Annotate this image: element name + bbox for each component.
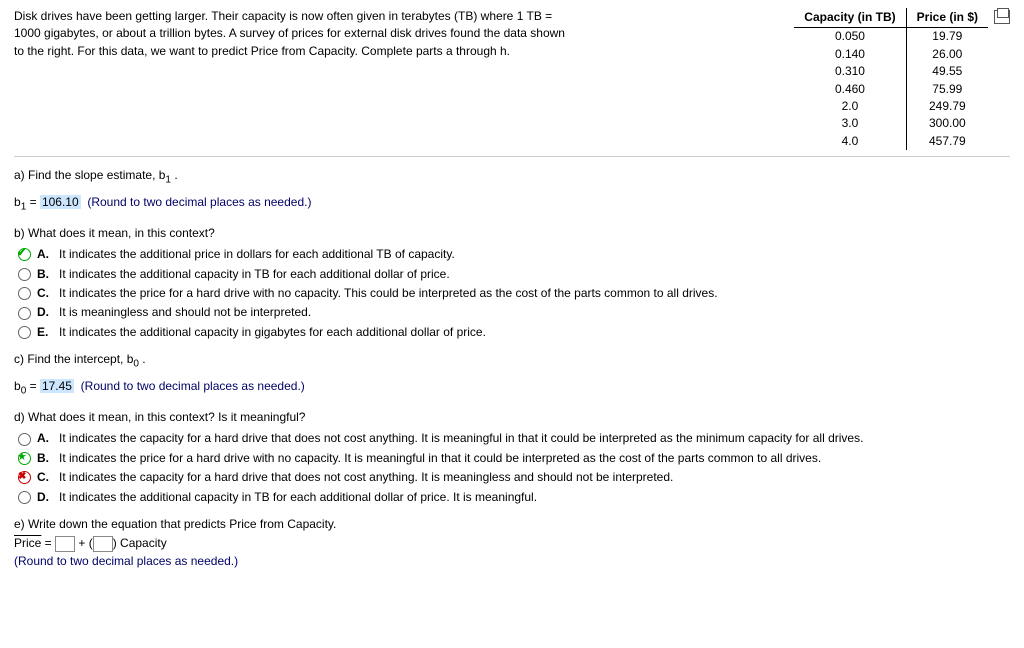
radio-icon[interactable] bbox=[18, 248, 31, 261]
problem-intro: Disk drives have been getting larger. Th… bbox=[14, 8, 574, 60]
data-table-area: Capacity (in TB) Price (in $) 0.05019.79… bbox=[794, 8, 1010, 150]
col-header-capacity: Capacity (in TB) bbox=[794, 8, 906, 28]
part-b: b) What does it mean, in this context? A… bbox=[14, 225, 1010, 341]
a-prompt: a) Find the slope estimate, b bbox=[14, 168, 165, 182]
option-row[interactable]: D.It indicates the additional capacity i… bbox=[18, 489, 1010, 506]
part-a: a) Find the slope estimate, b1 . b1 = 10… bbox=[14, 167, 1010, 215]
option-text: It indicates the additional capacity in … bbox=[59, 324, 486, 341]
col-header-price: Price (in $) bbox=[906, 8, 988, 28]
b-prompt: b) What does it mean, in this context? bbox=[14, 225, 1010, 242]
table-row: 2.0249.79 bbox=[794, 98, 988, 115]
part-e: e) Write down the equation that predicts… bbox=[14, 516, 1010, 570]
option-text: It indicates the price for a hard drive … bbox=[59, 450, 821, 467]
option-row[interactable]: A.It indicates the capacity for a hard d… bbox=[18, 430, 1010, 447]
option-text: It indicates the additional price in dol… bbox=[59, 246, 455, 263]
header-area: Disk drives have been getting larger. Th… bbox=[14, 8, 1010, 157]
slope-input[interactable] bbox=[93, 536, 113, 552]
a-hint: (Round to two decimal places as needed.) bbox=[84, 195, 311, 209]
option-text: It indicates the capacity for a hard dri… bbox=[59, 469, 673, 486]
copy-icon[interactable] bbox=[994, 10, 1010, 24]
table-row: 0.31049.55 bbox=[794, 63, 988, 80]
option-text: It indicates the additional capacity in … bbox=[59, 489, 537, 506]
a-answer-input[interactable]: 106.10 bbox=[40, 195, 81, 209]
price-hat: Price bbox=[14, 536, 41, 550]
option-row[interactable]: C.It indicates the capacity for a hard d… bbox=[18, 469, 1010, 486]
c-answer-input[interactable]: 17.45 bbox=[40, 379, 74, 393]
option-row[interactable]: B.It indicates the additional capacity i… bbox=[18, 266, 1010, 283]
radio-icon[interactable] bbox=[18, 433, 31, 446]
option-text: It indicates the capacity for a hard dri… bbox=[59, 430, 863, 447]
part-c: c) Find the intercept, b0 . b0 = 17.45 (… bbox=[14, 351, 1010, 399]
option-row[interactable]: B.It indicates the price for a hard driv… bbox=[18, 450, 1010, 467]
option-row[interactable]: D.It is meaningless and should not be in… bbox=[18, 304, 1010, 321]
radio-icon[interactable] bbox=[18, 491, 31, 504]
option-text: It indicates the additional capacity in … bbox=[59, 266, 450, 283]
option-row[interactable]: C.It indicates the price for a hard driv… bbox=[18, 285, 1010, 302]
d-prompt: d) What does it mean, in this context? I… bbox=[14, 409, 1010, 426]
option-row[interactable]: A.It indicates the additional price in d… bbox=[18, 246, 1010, 263]
radio-icon[interactable] bbox=[18, 326, 31, 339]
c-prompt: c) Find the intercept, b bbox=[14, 352, 133, 366]
capacity-price-table: Capacity (in TB) Price (in $) 0.05019.79… bbox=[794, 8, 988, 150]
table-row: 0.14026.00 bbox=[794, 46, 988, 63]
table-row: 0.05019.79 bbox=[794, 28, 988, 46]
e-hint: (Round to two decimal places as needed.) bbox=[14, 553, 1010, 570]
radio-icon[interactable] bbox=[18, 452, 31, 465]
table-row: 3.0300.00 bbox=[794, 115, 988, 132]
table-row: 4.0457.79 bbox=[794, 133, 988, 150]
option-text: It indicates the price for a hard drive … bbox=[59, 285, 718, 302]
option-text: It is meaningless and should not be inte… bbox=[59, 304, 311, 321]
e-prompt: e) Write down the equation that predicts… bbox=[14, 516, 1010, 533]
radio-icon[interactable] bbox=[18, 287, 31, 300]
radio-icon[interactable] bbox=[18, 471, 31, 484]
c-hint: (Round to two decimal places as needed.) bbox=[77, 379, 304, 393]
radio-icon[interactable] bbox=[18, 307, 31, 320]
intercept-input[interactable] bbox=[55, 536, 75, 552]
table-row: 0.46075.99 bbox=[794, 81, 988, 98]
option-row[interactable]: E.It indicates the additional capacity i… bbox=[18, 324, 1010, 341]
radio-icon[interactable] bbox=[18, 268, 31, 281]
part-d: d) What does it mean, in this context? I… bbox=[14, 409, 1010, 506]
